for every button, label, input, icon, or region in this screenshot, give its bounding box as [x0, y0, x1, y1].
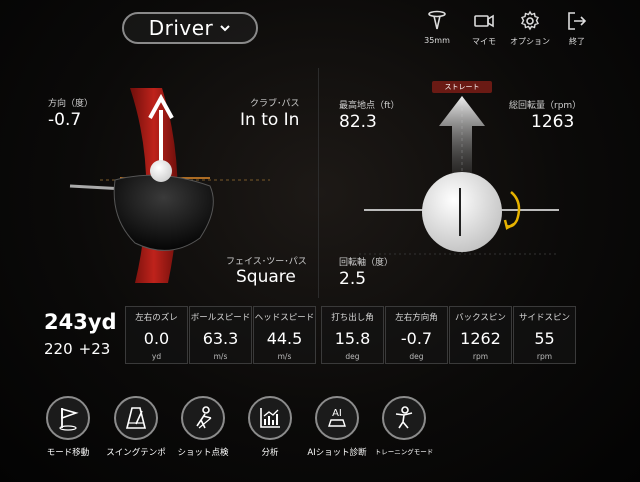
shot-check-label: ショット点検 [177, 448, 229, 458]
total-spin-value: 1263 [531, 112, 575, 132]
my-video-button[interactable]: マイモ [461, 10, 507, 47]
club-path-value: In to In [240, 110, 300, 130]
face-to-path-value: Square [236, 267, 296, 287]
stat-unit: rpm [536, 352, 553, 361]
total-distance: 243yd [44, 310, 117, 334]
exit-label: 終了 [569, 37, 585, 46]
analysis-circle [248, 396, 292, 440]
training-mode-label: トレーニングモード [374, 448, 434, 456]
stat-label: サイドスピン [518, 313, 570, 323]
training-mode-button[interactable]: トレーニングモード [372, 396, 436, 456]
stat-value: 55 [534, 329, 555, 348]
direction-label: 方向（度） [48, 99, 94, 109]
screen: Driver 35mm マイモ オプション 終了 方向（度） -0.7 クラブ･… [0, 0, 640, 482]
chevron-down-icon [220, 25, 230, 32]
ai-shot-diagnosis-circle: AI [315, 396, 359, 440]
metronome-icon [125, 407, 147, 429]
analysis-label: 分析 [261, 448, 279, 458]
stat-label: バックスピン [455, 313, 506, 323]
stat-launch-angle: 打ち出し角 15.8 deg [321, 306, 384, 364]
gear-icon [521, 10, 539, 31]
stat-value: 44.5 [266, 329, 303, 348]
exit-button[interactable]: 終了 [554, 10, 600, 47]
stat-value: 63.3 [202, 329, 239, 348]
options-button[interactable]: オプション [507, 10, 553, 47]
carry-distance: 220 [44, 340, 73, 358]
stat-label: 打ち出し角 [331, 313, 374, 323]
swing-tempo-circle [114, 396, 158, 440]
apex-label: 最高地点（ft） [339, 101, 400, 111]
swing-tempo-label: スイングテンポ [106, 448, 166, 458]
stat-back-spin: バックスピン 1262 rpm [449, 306, 512, 364]
video-camera-icon [474, 14, 494, 28]
club-path-label: クラブ･パス [250, 99, 300, 109]
mode-change-label: モード移動 [46, 448, 90, 458]
stat-label: 左右のズレ [135, 313, 178, 323]
shot-check-button[interactable]: ショット点検 [171, 396, 235, 458]
mode-change-button[interactable]: モード移動 [36, 396, 100, 458]
spin-axis-label: 回転軸（度） [339, 258, 394, 268]
stat-unit: m/s [213, 352, 228, 361]
training-mode-circle [382, 396, 426, 440]
spin-panel: 最高地点（ft） 82.3 総回転量（rpm） 1263 回転軸（度） 2.5 [318, 68, 611, 298]
my-video-label: マイモ [472, 37, 496, 46]
lens-35mm-button[interactable]: 35mm [414, 10, 460, 45]
shot-shape-badge: ストレート [432, 81, 492, 93]
stat-value: 15.8 [334, 329, 371, 348]
stat-unit: deg [409, 352, 424, 361]
club-panel: 方向（度） -0.7 クラブ･パス In to In フェイス･ツー･パス Sq… [10, 68, 310, 298]
stat-unit: yd [151, 352, 162, 361]
lens-35mm-label: 35mm [424, 36, 450, 45]
flag-icon [59, 407, 79, 431]
carry-roll: 220 +23 [44, 340, 116, 358]
face-to-path-label: フェイス･ツー･パス [226, 257, 307, 267]
stat-value: -0.7 [400, 329, 433, 348]
club-select-dropdown[interactable]: Driver [122, 12, 258, 44]
stat-side-spin: サイドスピン 55 rpm [513, 306, 576, 364]
swing-tempo-button[interactable]: スイングテンポ [104, 396, 168, 458]
stat-value: 0.0 [143, 329, 170, 348]
stat-label: ボールスピード [190, 313, 251, 323]
options-label: オプション [510, 37, 550, 46]
top-bar: Driver 35mm マイモ オプション 終了 [0, 0, 640, 56]
stat-ball-speed: ボールスピード 63.3 m/s [189, 306, 252, 364]
ai-club-icon: AI [328, 408, 346, 427]
club-select-label: Driver [148, 16, 214, 40]
stat-unit: m/s [277, 352, 292, 361]
ai-shot-diagnosis-button[interactable]: AI AIショット診断 [305, 396, 369, 458]
mode-change-circle [46, 396, 90, 440]
apex-value: 82.3 [339, 112, 377, 132]
tee-icon [428, 10, 446, 30]
stat-offline: 左右のズレ 0.0 yd [125, 306, 188, 364]
stat-unit: rpm [472, 352, 489, 361]
training-icon [395, 406, 413, 429]
stat-head-speed: ヘッドスピード 44.5 m/s [253, 306, 316, 364]
direction-value: -0.7 [48, 110, 82, 130]
roll-distance: +23 [78, 340, 111, 358]
stat-value: 1262 [460, 329, 501, 348]
stat-label: ヘッドスピード [254, 313, 315, 323]
spin-axis-value: 2.5 [339, 269, 367, 289]
shot-check-circle [181, 396, 225, 440]
stat-launch-direction: 左右方向角 -0.7 deg [385, 306, 448, 364]
analysis-button[interactable]: 分析 [238, 396, 302, 458]
total-spin-label: 総回転量（rpm） [509, 101, 582, 111]
analysis-chart-icon [260, 408, 280, 428]
golfer-icon [196, 406, 212, 429]
ai-badge-text: AI [332, 408, 342, 419]
stat-label: 左右方向角 [395, 313, 438, 323]
stat-unit: deg [345, 352, 360, 361]
ai-shot-diagnosis-label: AIショット診断 [307, 448, 367, 458]
exit-icon [568, 12, 587, 30]
